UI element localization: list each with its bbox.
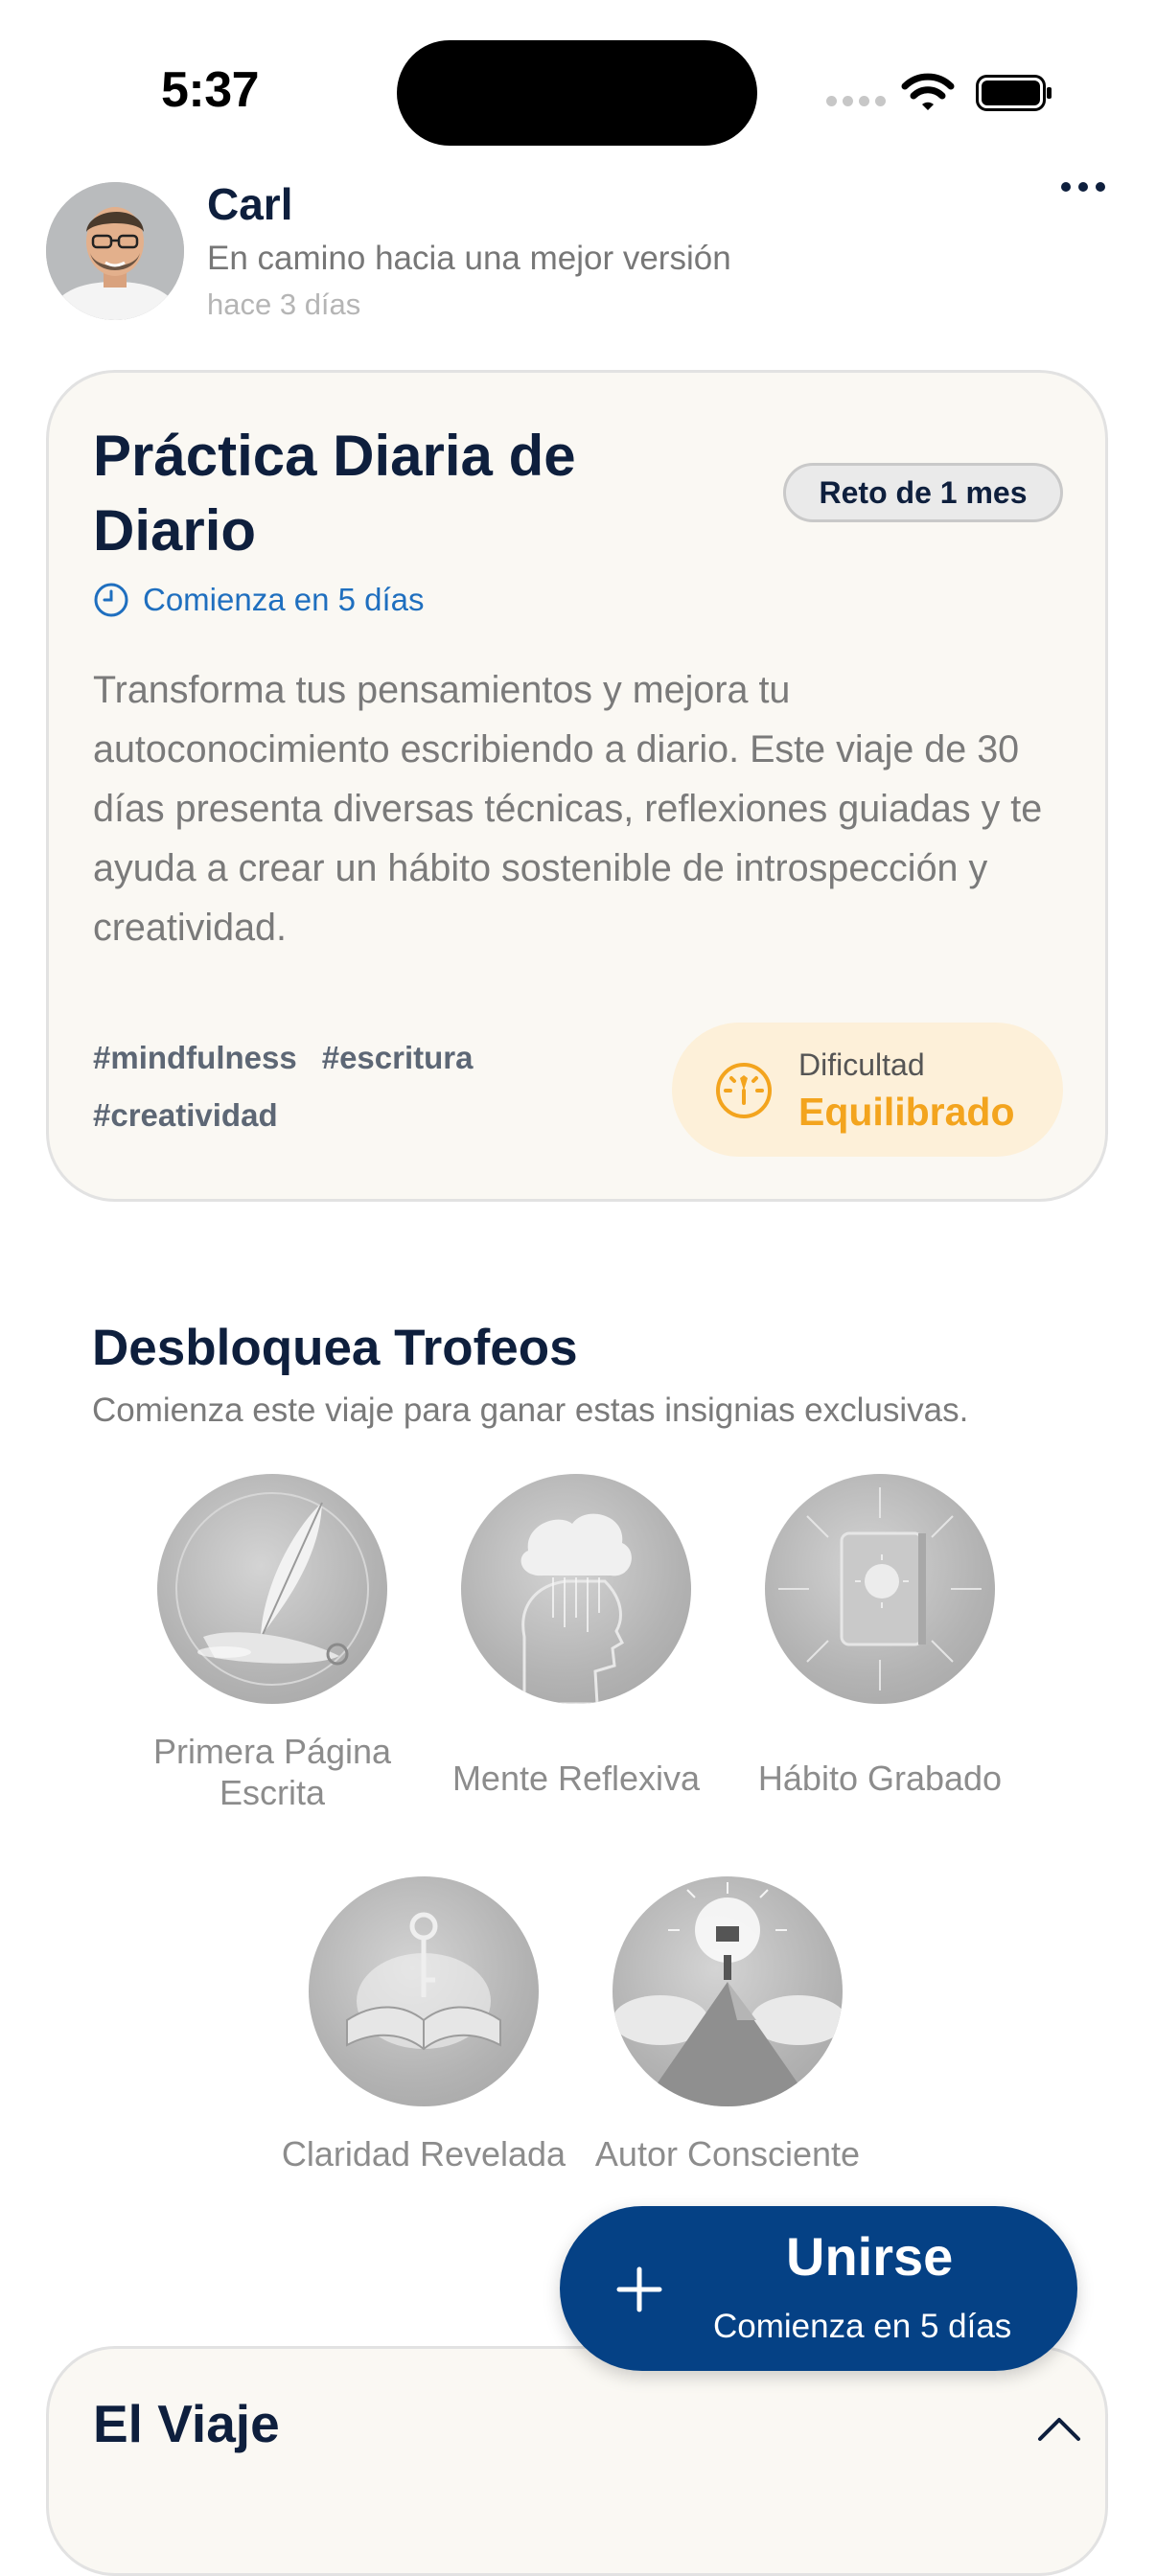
summit-book-icon (613, 1876, 843, 2106)
author-name[interactable]: Carl (207, 178, 292, 230)
trophy-label: Primera Página Escrita (152, 1732, 392, 1812)
join-title: Unirse (786, 2226, 954, 2287)
tag[interactable]: #mindfulness (93, 1040, 297, 1076)
more-options-button[interactable] (1054, 172, 1112, 201)
tag[interactable]: #creatividad (93, 1097, 278, 1134)
duration-badge: Reto de 1 mes (783, 463, 1063, 522)
challenge-description: Transforma tus pensamientos y mejora tu … (93, 669, 1043, 949)
journey-section[interactable]: El Viaje (46, 2346, 1108, 2576)
author-tagline: En camino hacia una mejor versión (207, 240, 731, 277)
start-info: Comienza en 5 días (93, 582, 425, 618)
book-key-icon (309, 1876, 539, 2106)
trophy-label: Autor Consciente (594, 2134, 861, 2174)
tag-list: #mindfulness #escritura #creatividad (93, 1040, 543, 1134)
start-countdown: Comienza en 5 días (143, 582, 425, 617)
clock-icon (94, 583, 128, 617)
tag[interactable]: #escritura (322, 1040, 474, 1076)
journal-sun-icon (765, 1474, 995, 1704)
trophies-subtitle: Comienza este viaje para ganar estas ins… (92, 1392, 969, 1429)
cellular-signal-icon (826, 96, 886, 106)
trophies-title: Desbloquea Trofeos (92, 1320, 578, 1376)
difficulty-value: Equilibrado (798, 1090, 1015, 1134)
join-button[interactable]: Unirse Comienza en 5 días (560, 2206, 1077, 2371)
trophy-item[interactable]: Primera Página Escrita (128, 1474, 416, 1813)
gauge-icon (716, 1063, 772, 1118)
join-subtitle: Comienza en 5 días (713, 2308, 1012, 2345)
trophy-item[interactable]: Mente Reflexiva (432, 1474, 720, 1799)
thinking-head-icon (461, 1474, 691, 1704)
difficulty-pill: Dificultad Equilibrado (672, 1023, 1063, 1157)
journey-title: El Viaje (93, 2394, 280, 2453)
dynamic-island (397, 40, 757, 146)
trophy-item[interactable]: Autor Consciente (584, 1876, 871, 2174)
post-timestamp: hace 3 días (207, 288, 361, 321)
difficulty-label: Dificultad (798, 1047, 925, 1082)
trophy-label: Hábito Grabado (757, 1759, 1003, 1798)
plus-icon (616, 2266, 662, 2312)
trophy-item[interactable]: Claridad Revelada (280, 1876, 567, 2174)
avatar[interactable] (46, 182, 184, 320)
chevron-up-icon[interactable] (1036, 2412, 1082, 2443)
trophy-item[interactable]: Hábito Grabado (736, 1474, 1024, 1799)
wifi-icon (901, 73, 955, 110)
quill-scroll-icon (157, 1474, 387, 1704)
trophy-label: Mente Reflexiva (451, 1759, 701, 1798)
status-time: 5:37 (161, 62, 260, 118)
battery-icon (976, 75, 1052, 111)
ellipsis-icon (1061, 182, 1071, 192)
trophy-label: Claridad Revelada (281, 2134, 566, 2174)
challenge-card: Práctica Diaria de Diario Reto de 1 mes … (46, 370, 1108, 1202)
challenge-title: Práctica Diaria de Diario (93, 424, 576, 563)
